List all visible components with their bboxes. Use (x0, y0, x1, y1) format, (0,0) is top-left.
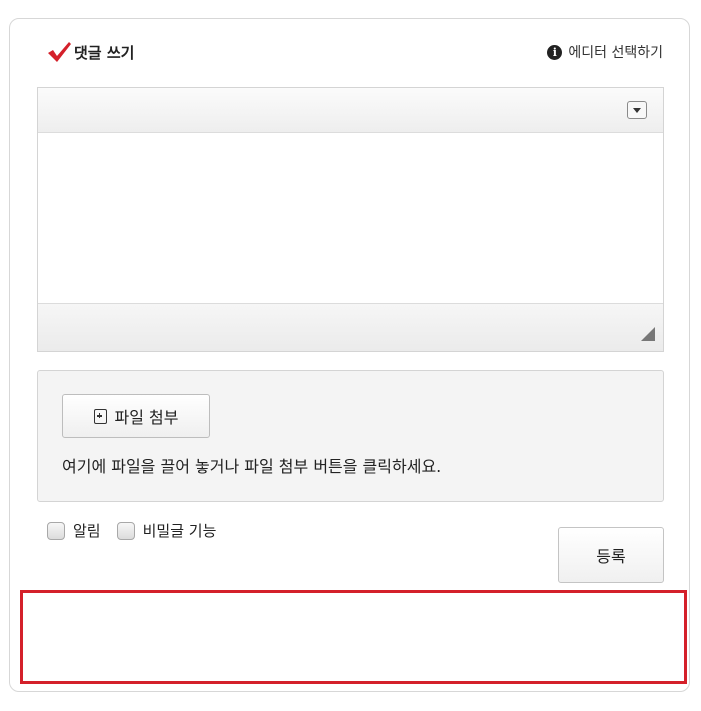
info-icon: i (547, 44, 563, 60)
file-drop-area[interactable]: 파일 첨부 여기에 파일을 끌어 놓거나 파일 첨부 버튼을 클릭하세요. (37, 370, 664, 502)
notify-checkbox[interactable] (47, 521, 65, 540)
submit-button[interactable]: 등록 (558, 527, 664, 583)
comment-options: 알림 비밀글 기능 (47, 520, 232, 541)
check-mark-icon (48, 42, 71, 62)
file-drop-hint: 여기에 파일을 끌어 놓거나 파일 첨부 버튼을 클릭하세요. (62, 457, 442, 476)
attach-file-button[interactable]: 파일 첨부 (62, 394, 210, 438)
notify-option[interactable]: 알림 (47, 520, 101, 541)
highlight-box (20, 590, 687, 684)
notify-label: 알림 (73, 522, 101, 540)
comment-title-text: 댓글 쓰기 (74, 43, 135, 62)
editor-select-link[interactable]: i 에디터 선택하기 (547, 42, 663, 62)
comment-title: 댓글 쓰기 (46, 40, 134, 64)
file-add-icon (93, 408, 107, 424)
editor-toolbar (38, 88, 663, 133)
comment-editor (37, 87, 664, 352)
toolbar-dropdown-button[interactable] (627, 101, 647, 119)
secret-checkbox[interactable] (116, 521, 135, 540)
comment-textarea[interactable] (38, 133, 663, 304)
secret-label: 비밀글 기능 (142, 522, 217, 540)
resize-handle-icon[interactable] (641, 327, 655, 341)
attach-file-label: 파일 첨부 (114, 408, 179, 427)
editor-select-label: 에디터 선택하기 (568, 45, 663, 61)
editor-footer (38, 303, 663, 351)
secret-option[interactable]: 비밀글 기능 (116, 520, 217, 541)
comment-header: 댓글 쓰기 i 에디터 선택하기 (38, 38, 663, 68)
chevron-down-icon (633, 108, 641, 113)
